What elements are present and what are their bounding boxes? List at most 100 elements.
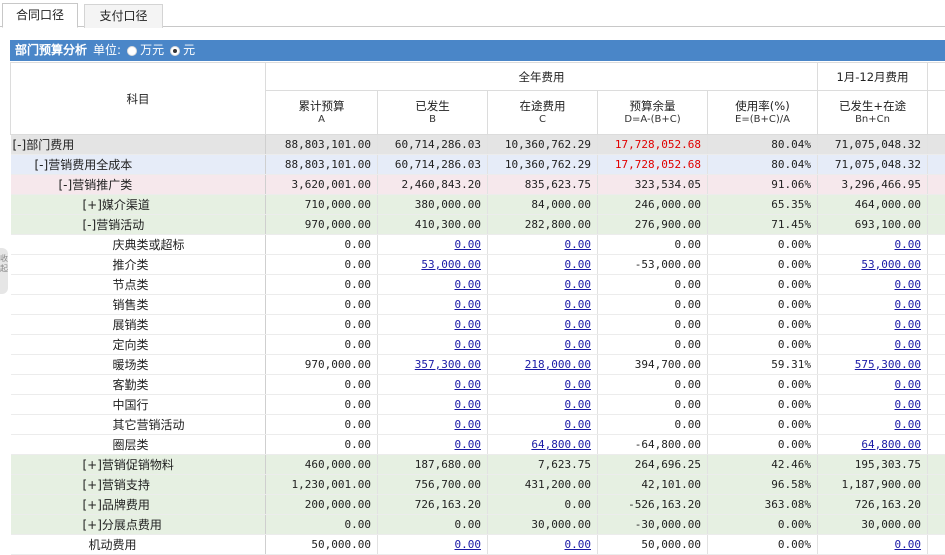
cell-incurred[interactable]: 0.00: [377, 534, 488, 555]
cell-incurred-plus-transit[interactable]: 0.00: [817, 374, 929, 395]
row-subject[interactable]: [-]营销活动: [10, 214, 266, 235]
row-subject[interactable]: [+]分展点费用: [10, 514, 266, 535]
cell-budget: 200,000.00: [265, 494, 378, 515]
row-subject: 圈层类: [10, 434, 266, 455]
cell-usage-rate: 0.00%: [707, 254, 819, 275]
cell-usage-rate: 0.00%: [707, 294, 819, 315]
cell-incurred: 0.00: [377, 514, 488, 535]
cell-in-transit[interactable]: 0.00: [487, 334, 598, 355]
cell-incurred-plus-transit[interactable]: 0.00: [817, 394, 929, 415]
collapse-handle[interactable]: 收起: [0, 248, 8, 294]
cell-incurred-plus-transit[interactable]: 64,800.00: [817, 434, 929, 455]
row-spacer: [927, 414, 945, 435]
cell-incurred-plus-transit[interactable]: 53,000.00: [817, 254, 929, 275]
cell-in-transit[interactable]: 0.00: [487, 534, 598, 555]
cell-remaining: 17,728,052.68: [597, 154, 708, 175]
cell-incurred[interactable]: 0.00: [377, 394, 488, 415]
table-row: [+]品牌费用 200,000.00 726,163.20 0.00 -526,163.…: [10, 494, 945, 515]
cell-in-transit[interactable]: 0.00: [487, 414, 598, 435]
tab-payment[interactable]: 支付口径: [84, 4, 163, 28]
cell-incurred[interactable]: 357,300.00: [377, 354, 488, 375]
header-col-incurred-plus-transit: 已发生+在途 Bn+Cn: [817, 90, 929, 135]
row-subject[interactable]: [-]营销费用全成本: [10, 154, 266, 175]
table-row: [+]分展点费用 0.00 0.00 30,000.00 -30,000.00 0.00%…: [10, 514, 945, 535]
row-subject[interactable]: [+]媒介渠道: [10, 194, 266, 215]
header-col-usage-rate: 使用率(%) E=(B+C)/A: [706, 90, 819, 135]
cell-incurred-plus-transit[interactable]: 0.00: [817, 294, 929, 315]
cell-remaining: 17,728,052.68: [597, 134, 708, 155]
cell-budget: 0.00: [265, 254, 378, 275]
table-row: 定向类 0.00 0.00 0.00 0.00 0.00% 0.00: [10, 334, 945, 355]
row-subject[interactable]: [-]营销推广类: [10, 174, 266, 195]
header-spacer: [927, 62, 945, 91]
cell-in-transit[interactable]: 0.00: [487, 274, 598, 295]
row-spacer: [927, 134, 945, 155]
cell-remaining: 323,534.05: [597, 174, 708, 195]
cell-remaining: 0.00: [597, 294, 708, 315]
cell-in-transit[interactable]: 0.00: [487, 314, 598, 335]
row-subject: 机动费用: [10, 534, 266, 555]
cell-in-transit[interactable]: 0.00: [487, 294, 598, 315]
table-row: [-]营销费用全成本 88,803,101.00 60,714,286.03 10,3…: [10, 154, 945, 175]
cell-in-transit[interactable]: 0.00: [487, 374, 598, 395]
cell-incurred: 756,700.00: [377, 474, 488, 495]
cell-incurred: 410,300.00: [377, 214, 488, 235]
cell-incurred: 380,000.00: [377, 194, 488, 215]
header-spacer: [927, 90, 945, 135]
cell-incurred[interactable]: 53,000.00: [377, 254, 488, 275]
cell-in-transit: 7,623.75: [487, 454, 598, 475]
cell-in-transit[interactable]: 0.00: [487, 254, 598, 275]
row-spacer: [927, 454, 945, 475]
cell-in-transit: 431,200.00: [487, 474, 598, 495]
row-subject[interactable]: [+]营销支持: [10, 474, 266, 495]
table-row: 节点类 0.00 0.00 0.00 0.00 0.00% 0.00: [10, 274, 945, 295]
cell-in-transit: 30,000.00: [487, 514, 598, 535]
cell-incurred-plus-transit[interactable]: 0.00: [817, 314, 929, 335]
cell-budget: 0.00: [265, 274, 378, 295]
cell-incurred[interactable]: 0.00: [377, 434, 488, 455]
unit-radio-yuan[interactable]: 元: [170, 40, 195, 61]
budget-table: 科目 全年费用 1月-12月费用 累计预算 A 已发生 B 在途费用 C 预算余量 D=…: [10, 62, 945, 555]
row-subject[interactable]: [+]营销促销物料: [10, 454, 266, 475]
row-subject: 节点类: [10, 274, 266, 295]
row-spacer: [927, 434, 945, 455]
row-spacer: [927, 394, 945, 415]
cell-remaining: 0.00: [597, 334, 708, 355]
table-row: 推介类 0.00 53,000.00 0.00 -53,000.00 0.00% 53,00…: [10, 254, 945, 275]
row-subject[interactable]: [+]品牌费用: [10, 494, 266, 515]
cell-usage-rate: 0.00%: [707, 414, 819, 435]
header-subject: 科目: [10, 62, 266, 135]
cell-incurred[interactable]: 0.00: [377, 374, 488, 395]
cell-incurred: 2,460,843.20: [377, 174, 488, 195]
row-spacer: [927, 474, 945, 495]
cell-remaining: 394,700.00: [597, 354, 708, 375]
cell-incurred[interactable]: 0.00: [377, 234, 488, 255]
cell-in-transit: 835,623.75: [487, 174, 598, 195]
cell-incurred-plus-transit: 726,163.20: [817, 494, 929, 515]
cell-in-transit[interactable]: 218,000.00: [487, 354, 598, 375]
cell-in-transit[interactable]: 0.00: [487, 234, 598, 255]
cell-incurred[interactable]: 0.00: [377, 274, 488, 295]
table-row: 其它营销活动 0.00 0.00 0.00 0.00 0.00% 0.00: [10, 414, 945, 435]
cell-incurred-plus-transit[interactable]: 0.00: [817, 274, 929, 295]
cell-incurred-plus-transit[interactable]: 0.00: [817, 334, 929, 355]
cell-incurred[interactable]: 0.00: [377, 414, 488, 435]
tab-contract[interactable]: 合同口径: [2, 3, 78, 28]
cell-incurred-plus-transit[interactable]: 0.00: [817, 414, 929, 435]
cell-incurred[interactable]: 0.00: [377, 314, 488, 335]
cell-in-transit[interactable]: 0.00: [487, 394, 598, 415]
cell-in-transit[interactable]: 64,800.00: [487, 434, 598, 455]
cell-budget: 50,000.00: [265, 534, 378, 555]
cell-incurred[interactable]: 0.00: [377, 334, 488, 355]
row-subject: 推介类: [10, 254, 266, 275]
cell-incurred[interactable]: 0.00: [377, 294, 488, 315]
cell-incurred-plus-transit[interactable]: 575,300.00: [817, 354, 929, 375]
row-spacer: [927, 294, 945, 315]
row-subject[interactable]: [-]部门费用: [10, 134, 266, 155]
unit-radio-wan[interactable]: 万元: [127, 40, 164, 61]
row-spacer: [927, 534, 945, 555]
cell-incurred-plus-transit[interactable]: 0.00: [817, 534, 929, 555]
table-row: 展销类 0.00 0.00 0.00 0.00 0.00% 0.00: [10, 314, 945, 335]
cell-incurred-plus-transit[interactable]: 0.00: [817, 234, 929, 255]
table-row: [-]营销活动 970,000.00 410,300.00 282,800.00 276…: [10, 214, 945, 235]
